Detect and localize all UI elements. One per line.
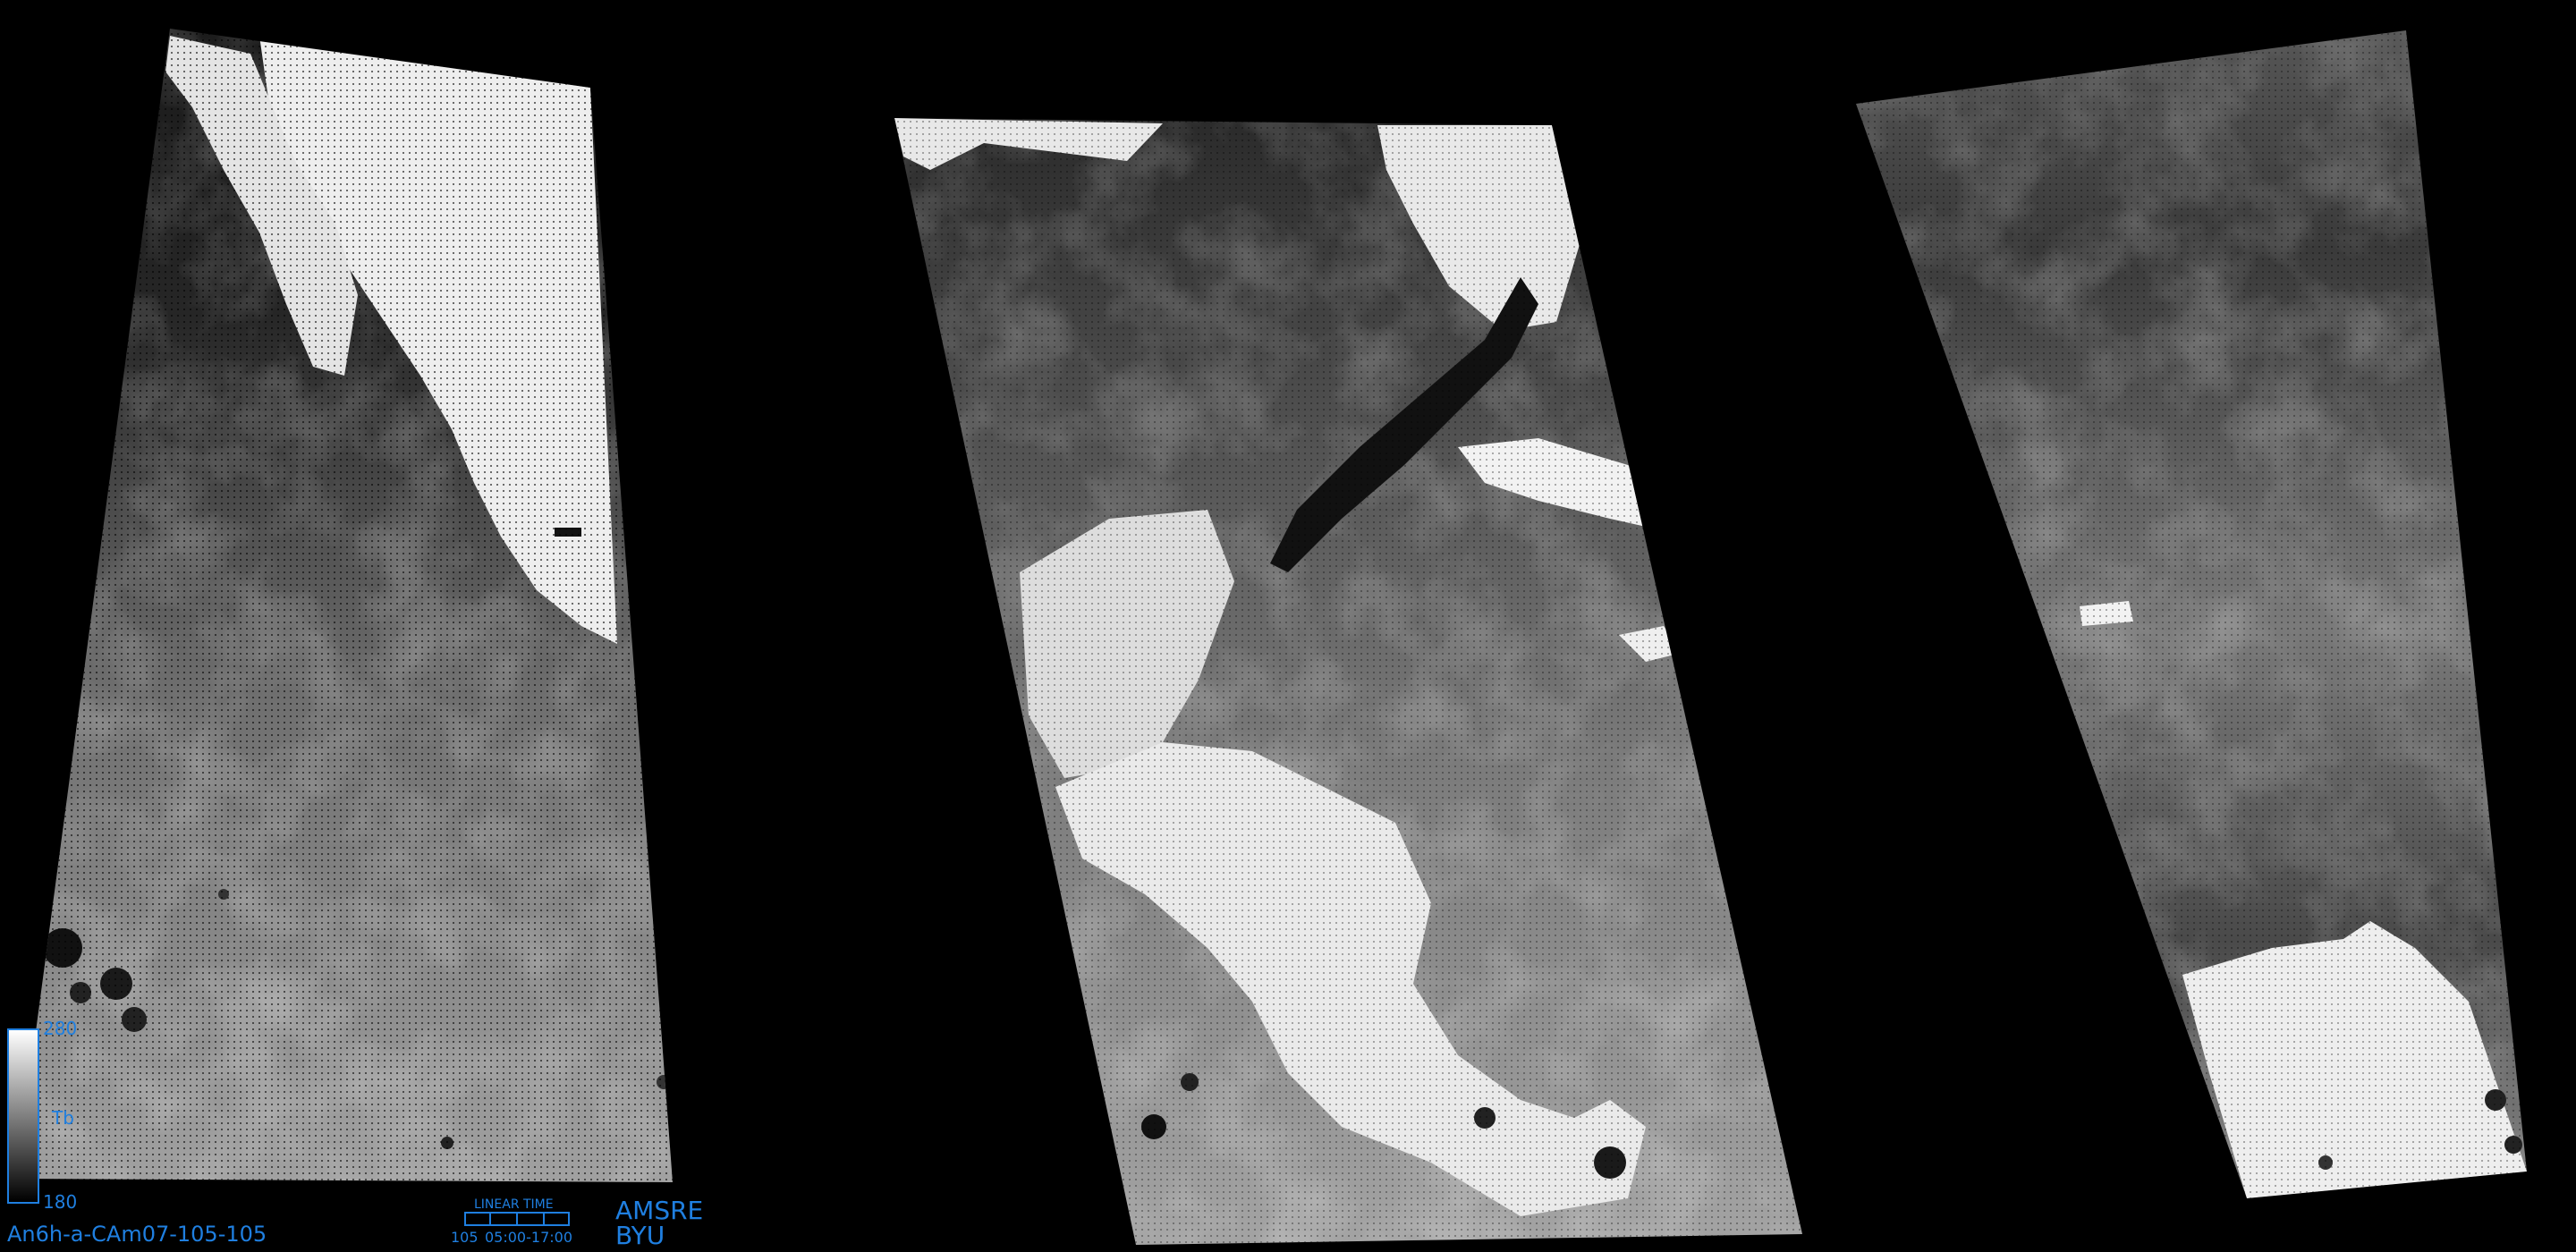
colorbar-max-label: 280 [43,1018,78,1039]
time-legend-range: 05:00-17:00 [485,1229,572,1246]
time-legend-day: 105 [451,1229,479,1246]
sensor-label: AMSRE [615,1196,704,1225]
colorbar-gradient [9,1030,38,1202]
time-legend-graphic [464,1212,570,1226]
brightness-temperature-map [7,29,2527,1245]
colorbar-quantity-label: Tb [52,1107,74,1129]
time-legend-title: LINEAR TIME [474,1197,554,1212]
institution-label: BYU [615,1221,665,1250]
swath-left [16,29,673,1182]
filename-label: An6h-a-CAm07-105-105 [7,1222,267,1247]
swath-right [1856,30,2527,1198]
swath-middle [894,118,1802,1245]
colorbar-min-label: 180 [43,1191,78,1213]
